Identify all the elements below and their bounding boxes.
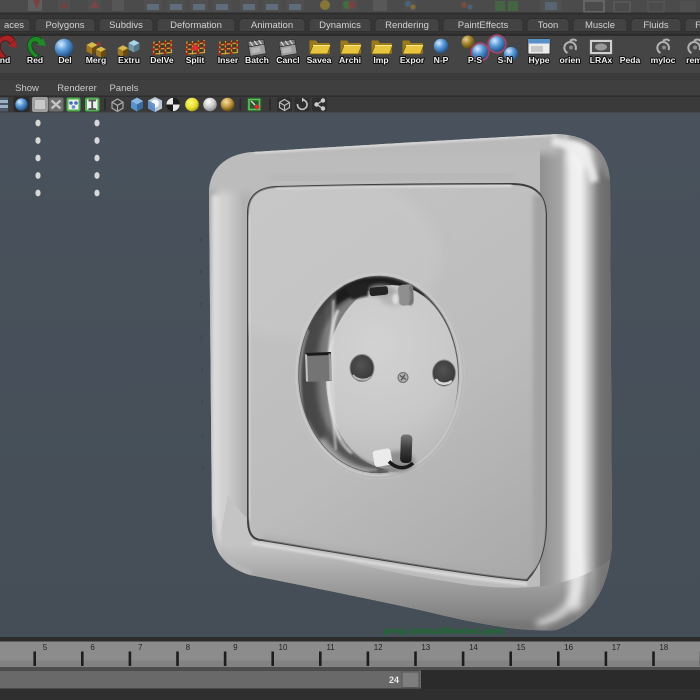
svg-text:Batch: Batch bbox=[245, 55, 269, 65]
svg-text:Deformation: Deformation bbox=[170, 20, 222, 31]
svg-text:8: 8 bbox=[186, 643, 191, 652]
svg-text:Red: Red bbox=[27, 55, 43, 65]
svg-text:14: 14 bbox=[469, 643, 478, 652]
svg-text:Del: Del bbox=[58, 55, 71, 65]
svg-text:Rendering: Rendering bbox=[385, 20, 429, 31]
svg-text:F: F bbox=[695, 20, 700, 31]
svg-text:Imp: Imp bbox=[373, 55, 388, 65]
svg-text:Extru: Extru bbox=[118, 55, 140, 65]
svg-text:24: 24 bbox=[389, 675, 399, 685]
svg-text:Show: Show bbox=[15, 83, 39, 94]
svg-text:Hype: Hype bbox=[528, 55, 549, 65]
svg-text:Polygons: Polygons bbox=[45, 20, 84, 31]
svg-text:Muscle: Muscle bbox=[585, 20, 615, 31]
svg-text:Archi: Archi bbox=[339, 55, 361, 65]
svg-text:7: 7 bbox=[138, 643, 143, 652]
svg-text:Fluids: Fluids bbox=[643, 20, 669, 31]
svg-text:Savea: Savea bbox=[307, 55, 332, 65]
svg-text:Merg: Merg bbox=[86, 55, 107, 65]
svg-text:myloc: myloc bbox=[651, 55, 676, 65]
svg-text:9: 9 bbox=[233, 643, 238, 652]
svg-text:N-P: N-P bbox=[434, 55, 449, 65]
svg-text:Inser: Inser bbox=[218, 55, 239, 65]
svg-text:Cancl: Cancl bbox=[276, 55, 299, 65]
svg-text:Animation: Animation bbox=[251, 20, 293, 31]
svg-text:S-N: S-N bbox=[498, 55, 513, 65]
svg-text:PaintEffects: PaintEffects bbox=[458, 20, 509, 31]
svg-text:11: 11 bbox=[326, 643, 335, 652]
svg-text:Dynamics: Dynamics bbox=[319, 20, 361, 31]
svg-text:Subdivs: Subdivs bbox=[109, 20, 143, 31]
svg-text:orien: orien bbox=[559, 55, 580, 65]
svg-text:Peda: Peda bbox=[620, 55, 641, 65]
svg-text:18: 18 bbox=[659, 643, 668, 652]
svg-text:13: 13 bbox=[421, 643, 430, 652]
svg-text:P-S: P-S bbox=[468, 55, 483, 65]
svg-text:aces: aces bbox=[4, 20, 24, 31]
svg-text:DelVe: DelVe bbox=[150, 55, 174, 65]
svg-text:16: 16 bbox=[564, 643, 573, 652]
svg-text:Renderer: Renderer bbox=[57, 83, 97, 94]
svg-text:15: 15 bbox=[517, 643, 526, 652]
svg-text:6: 6 bbox=[90, 643, 95, 652]
svg-text:Toon: Toon bbox=[538, 20, 559, 31]
svg-text:12: 12 bbox=[374, 643, 383, 652]
svg-text:10: 10 bbox=[279, 643, 288, 652]
svg-text:LRAx: LRAx bbox=[590, 55, 613, 65]
svg-text:nd: nd bbox=[0, 55, 10, 65]
svg-text:Expor: Expor bbox=[400, 55, 425, 65]
svg-text:Panels: Panels bbox=[109, 83, 138, 94]
svg-text:Split: Split bbox=[186, 55, 205, 65]
svg-text:5: 5 bbox=[43, 643, 48, 652]
svg-text:17: 17 bbox=[612, 643, 621, 652]
svg-text:rem: rem bbox=[686, 55, 700, 65]
